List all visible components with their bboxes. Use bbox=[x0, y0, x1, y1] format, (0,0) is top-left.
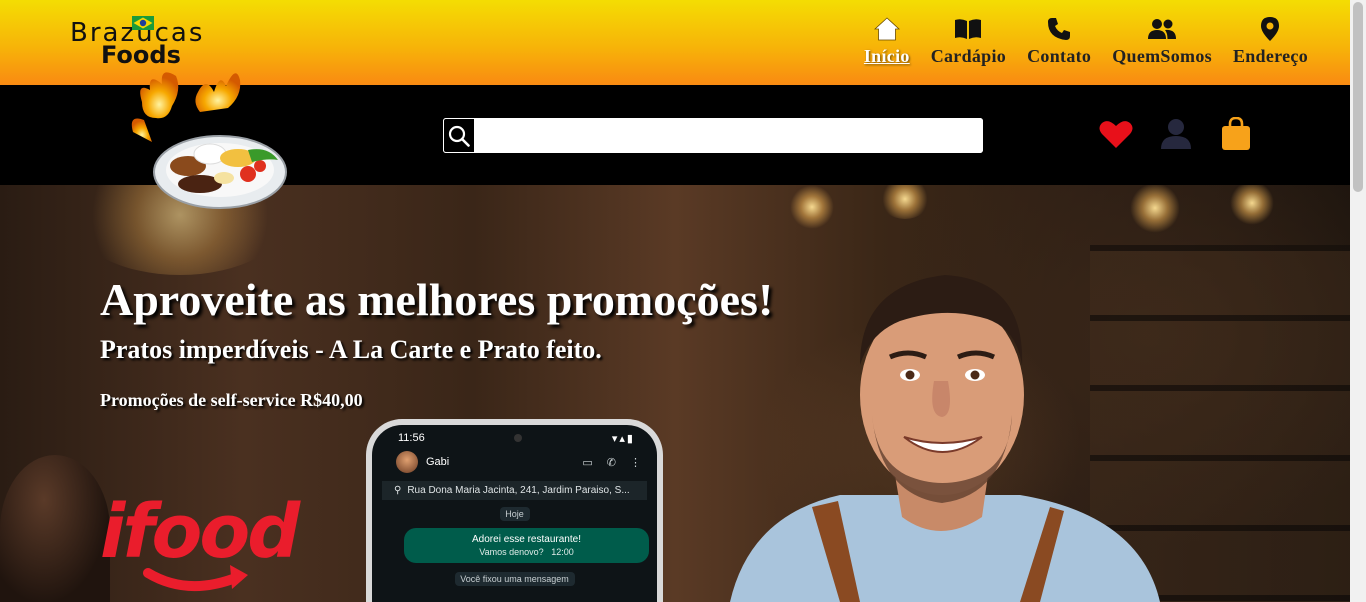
chat-message-question: Vamos denovo? bbox=[479, 547, 544, 557]
nav-item-cardapio[interactable]: Cardápio bbox=[931, 15, 1006, 67]
nav-label-endereco: Endereço bbox=[1232, 46, 1308, 66]
ceiling-light bbox=[1130, 185, 1180, 233]
phone-status-bar: 11:56 ▾▴▮ bbox=[372, 425, 657, 447]
nav-label-quem-somos: QuemSomos bbox=[1112, 46, 1212, 66]
phone-mockup: 11:56 ▾▴▮ Gabi ▭ ✆ ⋮ ⚲ Rua Dona Maria Ja… bbox=[366, 419, 663, 602]
nav-item-endereco[interactable]: Endereço bbox=[1233, 15, 1308, 67]
hero-title: Aproveite as melhores promoções! bbox=[100, 274, 774, 325]
nav-label-inicio: Início bbox=[863, 46, 910, 66]
pin-icon: ⚲ bbox=[394, 485, 402, 496]
day-badge: Hoje bbox=[499, 507, 530, 521]
chat-message-time: 12:00 bbox=[551, 547, 574, 557]
main-nav: Início Cardápio Contato QuemSomos Endere… bbox=[864, 15, 1308, 67]
page-scrollbar[interactable] bbox=[1350, 0, 1366, 602]
camera-notch bbox=[514, 434, 523, 442]
video-call-icon: ▭ bbox=[582, 456, 593, 469]
chat-message-bubble: Adorei esse restaurante! Vamos denovo? 1… bbox=[404, 528, 649, 563]
background-person bbox=[0, 455, 110, 602]
ifood-logo[interactable]: ifood bbox=[98, 485, 308, 602]
nav-item-contato[interactable]: Contato bbox=[1027, 15, 1091, 67]
call-icon: ✆ bbox=[606, 456, 616, 469]
search-box bbox=[443, 118, 983, 153]
svg-text:ifood: ifood bbox=[100, 489, 301, 575]
search-input[interactable] bbox=[475, 118, 983, 153]
pinned-note: Você fixou uma mensagem bbox=[454, 572, 575, 586]
avatar bbox=[396, 451, 418, 473]
user-actions bbox=[1099, 117, 1253, 151]
nav-item-inicio[interactable]: Início bbox=[864, 15, 910, 67]
book-icon bbox=[954, 15, 982, 43]
ceiling-light bbox=[1230, 185, 1274, 225]
more-options-icon: ⋮ bbox=[630, 456, 641, 469]
nav-label-contato: Contato bbox=[1027, 46, 1092, 66]
logo-dish-illustration bbox=[131, 72, 287, 209]
chat-contact-name: Gabi bbox=[426, 456, 450, 468]
home-icon bbox=[873, 15, 901, 43]
smiling-man-photo bbox=[730, 275, 1160, 602]
nav-item-quem-somos[interactable]: QuemSomos bbox=[1112, 15, 1212, 67]
chat-header-icons: ▭ ✆ ⋮ bbox=[582, 456, 641, 469]
phone-time: 11:56 bbox=[398, 432, 425, 444]
search-button[interactable] bbox=[443, 118, 475, 153]
pinned-message: ⚲ Rua Dona Maria Jacinta, 241, Jardim Pa… bbox=[382, 481, 647, 500]
hero-subtitle: Pratos imperdíveis - A La Carte e Prato … bbox=[100, 335, 602, 364]
location-pin-icon bbox=[1256, 15, 1284, 43]
search-icon bbox=[448, 125, 470, 147]
nav-label-cardapio: Cardápio bbox=[930, 46, 1007, 66]
phone-icon bbox=[1045, 15, 1073, 43]
heart-icon[interactable] bbox=[1099, 117, 1133, 151]
ceiling-light bbox=[790, 185, 834, 229]
signal-battery-icons: ▾▴▮ bbox=[611, 432, 635, 445]
people-icon bbox=[1148, 15, 1177, 43]
scrollbar-thumb[interactable] bbox=[1353, 2, 1363, 192]
hero-banner: Aproveite as melhores promoções! Pratos … bbox=[0, 185, 1350, 602]
chat-header: Gabi ▭ ✆ ⋮ bbox=[372, 447, 657, 477]
brazil-flag-icon bbox=[132, 16, 154, 30]
chat-message-sub: Vamos denovo? 12:00 bbox=[412, 547, 641, 557]
pinned-address: Rua Dona Maria Jacinta, 241, Jardim Para… bbox=[407, 485, 630, 496]
chat-message-text: Adorei esse restaurante! bbox=[472, 534, 581, 545]
ceiling-light bbox=[880, 185, 930, 219]
hero-promo-text: Promoções de self-service R$40,00 bbox=[100, 390, 363, 410]
user-icon[interactable] bbox=[1159, 117, 1193, 151]
shopping-bag-icon[interactable] bbox=[1219, 117, 1253, 151]
